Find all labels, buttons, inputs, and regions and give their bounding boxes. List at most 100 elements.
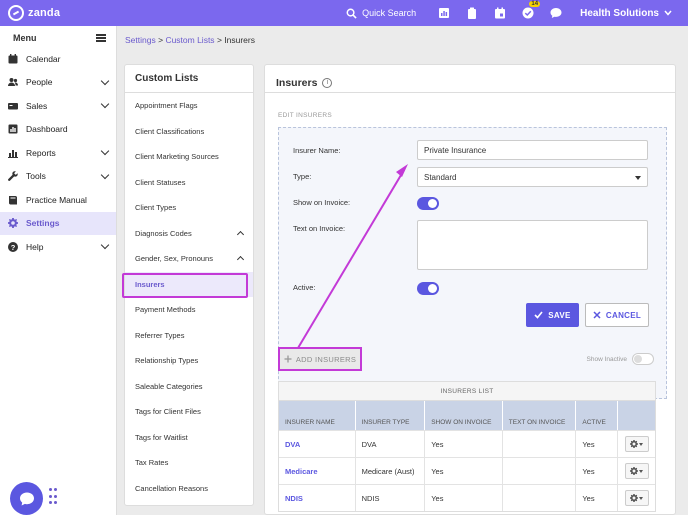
chat-bubble-icon[interactable] xyxy=(549,6,563,20)
sidebar-item-sales[interactable]: Sales xyxy=(0,94,116,118)
text-on-invoice-cell xyxy=(503,458,577,484)
sales-icon xyxy=(8,101,18,111)
list-item-appointment-flags[interactable]: Appointment Flags xyxy=(125,93,253,119)
breadcrumb-custom-lists-link[interactable]: Custom Lists xyxy=(165,35,214,45)
gear-icon xyxy=(630,467,639,475)
top-bar: zanda Quick Search 14 Health Solutions xyxy=(0,0,688,26)
insurer-name-link[interactable]: NDIS xyxy=(279,485,356,511)
show-on-invoice-toggle[interactable] xyxy=(417,197,439,210)
drag-handle-icon[interactable] xyxy=(49,488,57,506)
sidebar-item-practice-manual[interactable]: Practice Manual xyxy=(0,188,116,212)
sidebar-item-help[interactable]: ? Help xyxy=(0,235,116,259)
list-item-referrer-types[interactable]: Referrer Types xyxy=(125,323,253,349)
gear-icon xyxy=(630,494,639,502)
sidebar-item-people[interactable]: People xyxy=(0,71,116,95)
sidebar-item-dashboard[interactable]: Dashboard xyxy=(0,118,116,142)
edit-insurers-heading: EDIT INSURERS xyxy=(278,112,332,119)
sidebar-item-tools[interactable]: Tools xyxy=(0,165,116,189)
menu-label: Menu xyxy=(13,33,37,43)
list-item-relationship-types[interactable]: Relationship Types xyxy=(125,348,253,374)
zanda-logo-icon xyxy=(8,5,24,21)
list-item-diagnosis-codes[interactable]: Diagnosis Codes xyxy=(125,221,253,247)
row-actions-button[interactable] xyxy=(624,463,649,479)
account-menu[interactable]: Health Solutions xyxy=(580,8,672,19)
text-on-invoice-cell xyxy=(503,431,577,457)
list-item-tags-waitlist[interactable]: Tags for Waitlist xyxy=(125,425,253,451)
insurer-name-input[interactable]: Private Insurance xyxy=(417,140,648,160)
save-button[interactable]: SAVE xyxy=(526,303,579,327)
clipboard-icon[interactable] xyxy=(465,6,479,20)
quick-search-button[interactable]: Quick Search xyxy=(346,8,416,19)
account-name: Health Solutions xyxy=(580,7,659,19)
list-item-client-statuses[interactable]: Client Statuses xyxy=(125,170,253,196)
gear-icon xyxy=(630,440,639,448)
column-header[interactable]: INSURER NAME xyxy=(279,401,356,430)
sidebar-item-label: Calendar xyxy=(26,53,61,64)
chevron-up-icon xyxy=(236,230,245,238)
hamburger-icon[interactable] xyxy=(96,34,106,42)
active-label: Active: xyxy=(293,283,316,292)
list-item-label: Diagnosis Codes xyxy=(135,228,192,238)
calendar-icon[interactable] xyxy=(493,6,507,20)
sidebar-item-settings[interactable]: Settings xyxy=(0,211,116,235)
column-header[interactable]: TEXT ON INVOICE xyxy=(503,401,577,430)
active-cell: Yes xyxy=(576,485,619,511)
insurer-name-link[interactable]: DVA xyxy=(279,431,356,457)
list-item-client-types[interactable]: Client Types xyxy=(125,195,253,221)
list-item-tax-rates[interactable]: Tax Rates xyxy=(125,450,253,476)
tasks-icon[interactable]: 14 xyxy=(521,1,541,20)
save-label: SAVE xyxy=(548,310,571,320)
logo[interactable]: zanda xyxy=(8,5,60,21)
chevron-down-icon xyxy=(100,147,110,156)
insurer-name-link[interactable]: Medicare xyxy=(279,458,356,484)
column-header[interactable]: ACTIVE xyxy=(576,401,619,430)
column-header xyxy=(618,401,655,430)
type-select[interactable]: Standard xyxy=(417,167,648,187)
row-actions-button[interactable] xyxy=(624,436,649,452)
add-insurers-label: ADD INSURERS xyxy=(295,354,357,364)
column-header[interactable]: SHOW ON INVOICE xyxy=(425,401,503,430)
breadcrumb-settings-link[interactable]: Settings xyxy=(125,35,156,45)
active-toggle[interactable] xyxy=(417,282,439,295)
chat-widget-button[interactable] xyxy=(10,482,43,515)
text-on-invoice-textarea[interactable] xyxy=(417,220,648,270)
add-insurers-button[interactable]: ADD INSURERS xyxy=(278,347,362,371)
sidebar-item-calendar[interactable]: Calendar xyxy=(0,47,116,71)
breadcrumb-current: Insurers xyxy=(224,35,255,45)
cancel-button[interactable]: CANCEL xyxy=(585,303,649,327)
list-item-payment-methods[interactable]: Payment Methods xyxy=(125,297,253,323)
caret-down-icon xyxy=(635,176,641,180)
list-item-tags-client-files[interactable]: Tags for Client Files xyxy=(125,399,253,425)
column-header[interactable]: INSURER TYPE xyxy=(356,401,426,430)
text-on-invoice-label: Text on Invoice: xyxy=(293,224,346,233)
table-caption: INSURERS LIST xyxy=(279,382,655,401)
chevron-down-icon xyxy=(100,76,110,85)
list-item-client-classifications[interactable]: Client Classifications xyxy=(125,119,253,145)
chevron-down-icon xyxy=(100,100,110,109)
list-item-saleable-categories[interactable]: Saleable Categories xyxy=(125,374,253,400)
highlight-box-insurers xyxy=(122,273,248,298)
sidebar-item-reports[interactable]: Reports xyxy=(0,141,116,165)
list-item-client-marketing-sources[interactable]: Client Marketing Sources xyxy=(125,144,253,170)
info-icon[interactable]: i xyxy=(322,77,333,88)
book-icon xyxy=(8,195,18,205)
list-item-cancellation-reasons[interactable]: Cancellation Reasons xyxy=(125,476,253,502)
sidebar-item-label: Settings xyxy=(26,218,60,229)
close-icon xyxy=(593,311,601,319)
list-item-gender-sex-pronouns[interactable]: Gender, Sex, Pronouns xyxy=(125,246,253,272)
show-on-invoice-cell: Yes xyxy=(425,431,503,457)
chevron-down-icon xyxy=(100,241,110,250)
show-inactive-toggle[interactable] xyxy=(632,353,654,365)
insurer-type-cell: DVA xyxy=(356,431,426,457)
page-title-text: Insurers xyxy=(276,76,318,89)
dashboard-icon xyxy=(8,124,18,134)
notification-badge: 14 xyxy=(529,1,541,7)
svg-text:?: ? xyxy=(11,243,16,252)
chart-icon[interactable] xyxy=(437,6,451,20)
cancel-label: CANCEL xyxy=(605,310,642,320)
show-on-invoice-cell: Yes xyxy=(425,485,503,511)
show-on-invoice-label: Show on Invoice: xyxy=(293,198,351,207)
chevron-down-icon xyxy=(100,170,110,179)
row-actions-button[interactable] xyxy=(624,490,649,506)
calendar-icon xyxy=(8,53,18,64)
